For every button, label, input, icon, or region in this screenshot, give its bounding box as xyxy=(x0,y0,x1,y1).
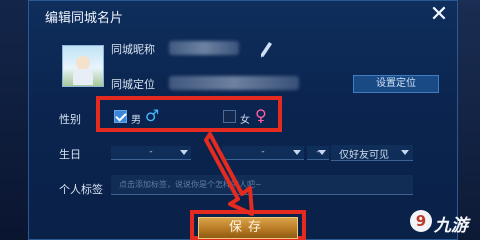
chevron-down-icon xyxy=(318,150,326,155)
tags-label: 个人标签 xyxy=(59,183,103,196)
avatar-face xyxy=(76,56,90,70)
nickname-value-blurred xyxy=(169,41,239,55)
arrow-annotation xyxy=(204,132,254,216)
birthday-year-select[interactable]: - xyxy=(111,146,191,160)
location-label: 同城定位 xyxy=(111,78,155,91)
close-icon[interactable]: ✕ xyxy=(427,3,451,27)
birthday-visibility-select[interactable]: 仅好友可见 xyxy=(331,145,413,161)
chevron-down-icon xyxy=(401,150,409,155)
avatar[interactable] xyxy=(62,45,104,87)
birthday-year-value: - xyxy=(149,147,153,157)
birthday-day-select[interactable]: - xyxy=(307,146,329,160)
save-button[interactable]: 保存 xyxy=(198,217,298,239)
save-highlight-box: 保存 xyxy=(190,210,306,240)
chevron-down-icon xyxy=(180,150,188,155)
dialog-title: 编辑同城名片 xyxy=(45,11,124,26)
gender-highlight-box xyxy=(96,96,282,132)
birthday-label: 生日 xyxy=(59,148,81,161)
watermark-text: 九游 xyxy=(434,216,468,236)
avatar-body xyxy=(73,69,93,85)
edit-pen-icon[interactable] xyxy=(259,41,273,59)
watermark-logo: 9 九游 xyxy=(410,208,476,236)
location-value-blurred xyxy=(169,76,299,90)
set-location-button[interactable]: 设置定位 xyxy=(353,75,439,93)
nickname-label: 同城昵称 xyxy=(111,43,155,56)
chevron-down-icon xyxy=(293,150,301,155)
visibility-value: 仅好友可见 xyxy=(339,150,389,161)
watermark-icon: 9 xyxy=(410,210,432,232)
gender-label: 性别 xyxy=(59,113,81,126)
